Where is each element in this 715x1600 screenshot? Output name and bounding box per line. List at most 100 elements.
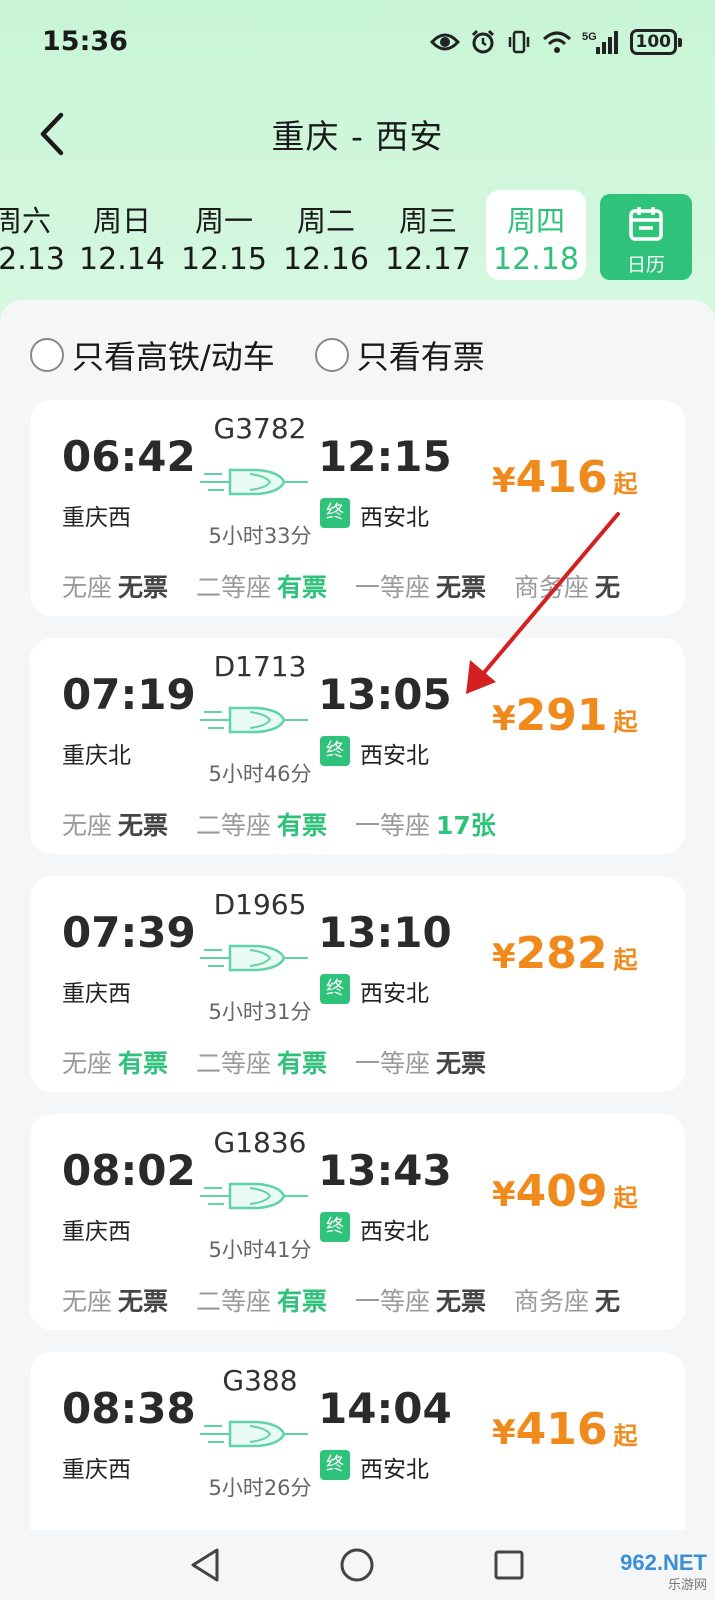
seat-name: 二等座 [195,573,271,602]
seat-status: 无票 [118,573,169,602]
date-strip[interactable]: 周六 12.13 周日 12.14 周一 12.15 周二 12.16 周三 1… [0,190,715,282]
train-icon [200,468,308,496]
nav-recents-button[interactable] [484,1542,534,1588]
date-day: 12.14 [79,242,165,277]
calendar-button[interactable]: 日历 [600,194,692,280]
arrival-station: 西安北 [360,743,429,769]
train-number: D1965 [213,888,307,921]
seat-status: 17张 [435,811,496,840]
circle-home-icon [340,1548,374,1582]
travel-duration: 5小时26分 [208,1476,312,1500]
train-card-g388[interactable]: G388 08:38 14:04 重庆西 5小时26分 终 西安北 ¥416 起 [30,1352,685,1530]
seat-name: 一等座 [354,1049,430,1078]
seat-status: 无票 [435,1287,486,1316]
price-suffix: 起 [613,946,638,974]
seat-status: 有票 [277,1049,328,1078]
seat-item: 一等座 无票 [355,1044,486,1080]
departure-time: 06:42 [62,432,196,481]
price-amount: 409 [515,1166,608,1217]
radio-high-speed[interactable] [30,338,64,372]
seat-item: 无座 有票 [62,1044,168,1080]
arrival-time: 13:10 [318,908,452,957]
page-title: 重庆 - 西安 [271,117,444,156]
seat-item: 二等座 有票 [196,1044,327,1080]
date-dow: 周三 [398,204,457,238]
terminal-badge: 终 [320,1212,350,1242]
train-card-d1965[interactable]: D1965 07:39 13:10 重庆西 5小时31分 终 西安北 ¥282 起… [30,876,685,1092]
train-card-d1713[interactable]: D1713 07:19 13:05 重庆北 5小时46分 终 西安北 ¥291 起… [30,638,685,854]
departure-time: 07:19 [62,670,196,719]
date-item-sun[interactable]: 周日 12.14 [72,190,172,280]
seat-name: 二等座 [195,811,271,840]
date-dow: 周二 [296,204,355,238]
seat-item: 无座 无票 [62,806,168,842]
terminal-badge: 终 [320,736,350,766]
watermark-main: 962.NET [620,1550,707,1575]
price-amount: 416 [515,452,608,503]
departure-time: 08:02 [62,1146,196,1195]
date-day: 12.16 [283,242,369,277]
square-recents-icon [494,1550,524,1580]
seat-name: 无座 [62,1049,113,1078]
seat-name: 商务座 [513,573,589,602]
seat-item: 商务座无 [514,1282,620,1318]
signal-5g-icon: 5G [582,29,620,55]
price: ¥291 起 [492,690,638,741]
seat-status: 无票 [118,1287,169,1316]
nav-back-button[interactable] [180,1542,230,1588]
seat-item: 二等座 有票 [196,568,327,604]
date-dow: 周一 [194,204,253,238]
date-day: 12.18 [493,242,579,277]
date-day: 12.15 [181,242,267,277]
filter-available[interactable]: 只看有票 [314,330,485,380]
filter-high-speed[interactable]: 只看高铁/动车 [30,330,275,380]
price-suffix: 起 [613,1184,638,1212]
date-item-tue[interactable]: 周二 12.16 [276,190,376,280]
date-dow: 周四 [506,204,565,238]
departure-station: 重庆西 [62,981,131,1007]
filters: 只看高铁/动车 只看有票 [30,330,485,380]
seat-name: 一等座 [354,1287,430,1316]
date-item-sat[interactable]: 周六 12.13 [0,190,72,280]
date-day: 12.13 [0,242,65,277]
date-dow: 周日 [92,204,151,238]
alarm-icon [470,29,496,55]
seat-availability: 无座 无票 二等座 有票 一等座 无票 商务座无 [62,1282,640,1318]
radio-available[interactable] [314,338,349,372]
calendar-label: 日历 [626,254,665,276]
date-item-mon[interactable]: 周一 12.15 [174,190,274,280]
price-amount: 416 [515,1404,608,1455]
travel-duration: 5小时46分 [208,762,312,786]
date-item-wed[interactable]: 周三 12.17 [378,190,478,280]
calendar-icon [629,207,663,241]
date-day: 12.17 [385,242,471,277]
departure-station: 重庆西 [62,1219,131,1245]
seat-status: 无票 [435,573,486,602]
arrival-time: 13:43 [318,1146,452,1195]
triangle-back-icon [191,1548,219,1582]
seat-status: 有票 [277,573,328,602]
seat-item: 二等座 有票 [196,806,327,842]
departure-station: 重庆北 [62,743,131,769]
departure-time: 07:39 [62,908,196,957]
seat-name: 无座 [62,573,113,602]
seat-status: 无票 [435,1049,486,1078]
arrival-time: 14:04 [318,1384,452,1433]
train-card-g1836[interactable]: G1836 08:02 13:43 重庆西 5小时41分 终 西安北 ¥409 起… [30,1114,685,1330]
arrival-station: 西安北 [360,1219,429,1245]
date-item-thu-selected[interactable]: 周四 12.18 [486,190,586,280]
train-card-g3782[interactable]: G3782 06:42 12:15 重庆西 5小时33分 终 西安北 ¥416 起… [30,400,685,616]
nav-home-button[interactable] [332,1542,382,1588]
terminal-badge: 终 [320,498,350,528]
arrival-time: 13:05 [318,670,452,719]
seat-name: 一等座 [354,573,430,602]
svg-text:5G: 5G [582,31,597,43]
seat-status: 无票 [118,811,169,840]
train-number: D1713 [213,650,307,683]
seat-item: 一等座 无票 [355,568,486,604]
terminal-badge: 终 [320,1450,350,1480]
train-number: G1836 [213,1126,307,1159]
departure-station: 重庆西 [62,505,131,531]
filter-available-label: 只看有票 [356,338,485,376]
train-list-panel: 只看高铁/动车 只看有票 G3782 06:42 12:15 重庆西 5小时33… [0,300,715,1530]
